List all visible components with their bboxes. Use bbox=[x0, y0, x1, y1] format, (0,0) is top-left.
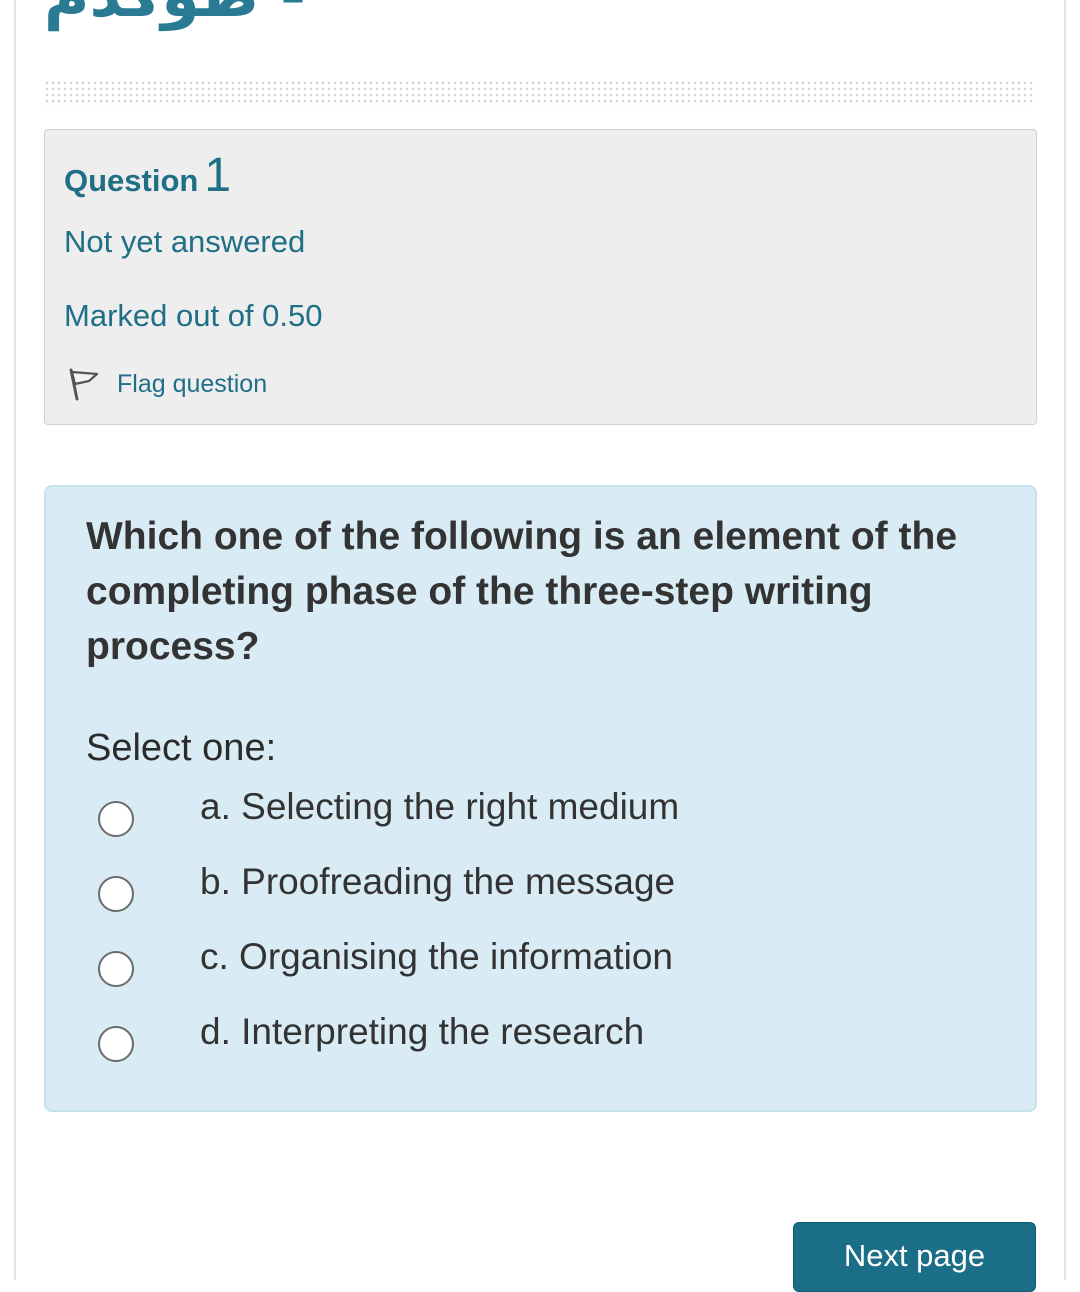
flag-icon bbox=[69, 368, 99, 401]
answer-option-d[interactable]: d. Interpreting the research bbox=[98, 1012, 644, 1062]
divider bbox=[44, 80, 1036, 106]
question-content: Which one of the following is an element… bbox=[44, 485, 1037, 1112]
question-text: Which one of the following is an element… bbox=[86, 515, 958, 668]
select-prompt: Select one: bbox=[86, 727, 277, 769]
question-number-value: 1 bbox=[204, 149, 232, 202]
flag-question-label: Flag question bbox=[117, 369, 268, 398]
flag-question-button[interactable]: Flag question bbox=[67, 366, 267, 402]
question-number: Question 1 bbox=[64, 148, 231, 203]
question-state: Not yet answered bbox=[64, 224, 306, 259]
answer-label-b: b. Proofreading the message bbox=[200, 861, 676, 902]
radio-button-a[interactable] bbox=[98, 801, 134, 837]
answer-label-a: a. Selecting the right medium bbox=[200, 786, 680, 827]
question-label: Question bbox=[64, 163, 199, 198]
radio-button-c[interactable] bbox=[98, 951, 134, 987]
radio-button-b[interactable] bbox=[98, 876, 134, 912]
answer-option-a[interactable]: a. Selecting the right medium bbox=[98, 787, 679, 837]
question-grade: Marked out of 0.50 bbox=[64, 298, 323, 333]
answer-label-c: c. Organising the information bbox=[200, 936, 674, 977]
answer-option-c[interactable]: c. Organising the information bbox=[98, 937, 673, 987]
radio-button-d[interactable] bbox=[98, 1026, 134, 1062]
answer-label-d: d. Interpreting the research bbox=[200, 1011, 645, 1052]
answer-option-b[interactable]: b. Proofreading the message bbox=[98, 862, 675, 912]
question-info-panel: Question 1 Not yet answered Marked out of… bbox=[44, 129, 1037, 425]
page-title: - طوكدم bbox=[44, 0, 306, 26]
next-page-button[interactable]: Next page bbox=[793, 1222, 1036, 1292]
